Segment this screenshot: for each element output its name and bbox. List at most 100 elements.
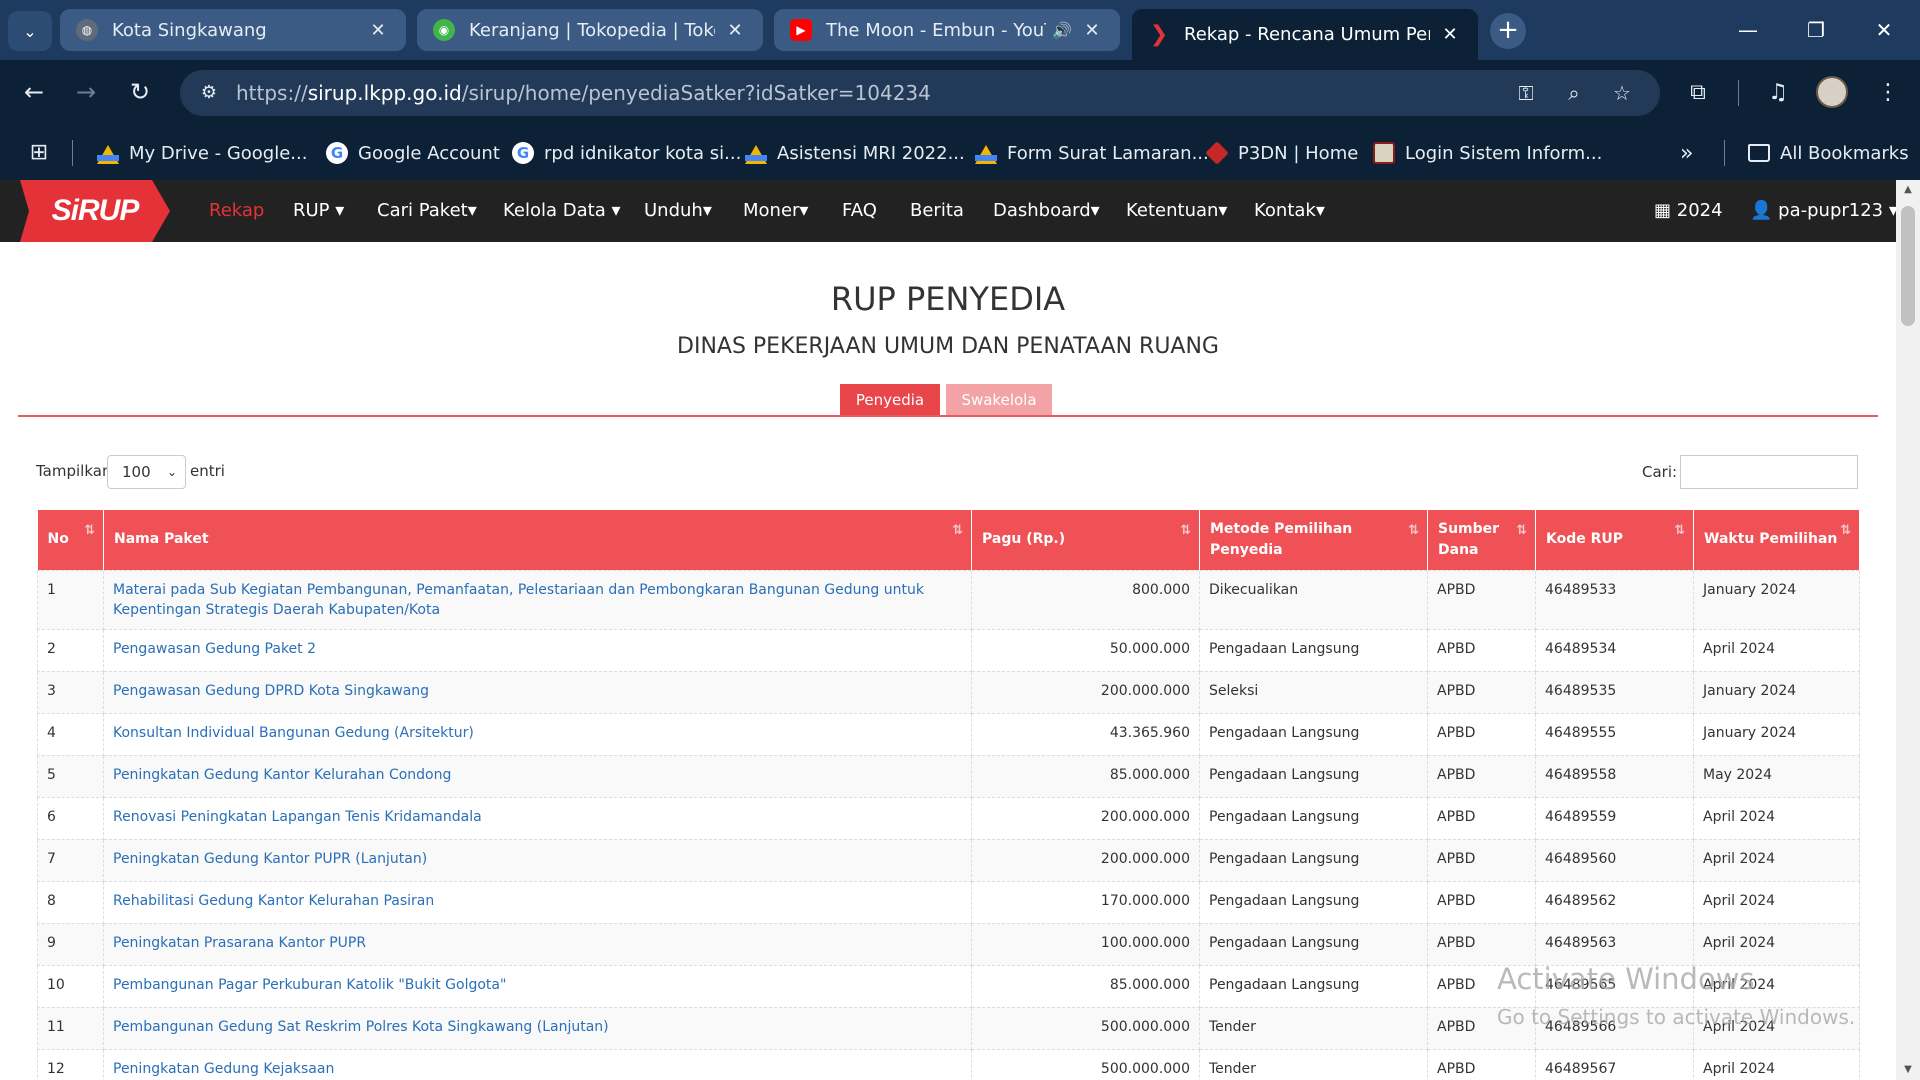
tab-penyedia[interactable]: Penyedia — [840, 384, 940, 417]
tab-kota-singkawang[interactable]: ◍ Kota Singkawang ✕ — [60, 9, 406, 51]
page-scrollbar[interactable]: ▲ ▼ — [1896, 180, 1920, 1080]
cell-nama-paket[interactable]: Peningkatan Gedung Kantor PUPR (Lanjutan… — [103, 838, 972, 882]
calendar-icon: ▦ — [1654, 200, 1672, 221]
header-no[interactable]: No ⇅ — [37, 510, 104, 570]
cell-waktu: May 2024 — [1693, 754, 1860, 798]
nav-cari-paket[interactable]: Cari Paket▾ — [377, 180, 477, 242]
nav-faq[interactable]: FAQ — [842, 180, 877, 242]
cell-no: 1 — [37, 569, 104, 630]
nav-unduh[interactable]: Unduh▾ — [644, 180, 712, 242]
cell-pagu: 100.000.000 — [971, 922, 1200, 966]
tab-swakelola[interactable]: Swakelola — [946, 384, 1052, 417]
close-icon[interactable]: ✕ — [1080, 20, 1104, 41]
cell-pagu: 170.000.000 — [971, 880, 1200, 924]
cell-metode: Dikecualikan — [1199, 569, 1428, 630]
tab-sirup-rekap[interactable]: ❯ Rekap - Rencana Umum Pengadaan ✕ — [1132, 9, 1478, 60]
entries-select[interactable]: 100 ⌄ — [107, 455, 186, 489]
bookmark-asistensi-mri[interactable]: Asistensi MRI 2022... — [745, 138, 965, 168]
cell-no: 5 — [37, 754, 104, 798]
plus-icon: + — [1497, 15, 1519, 45]
cell-nama-paket[interactable]: Peningkatan Prasarana Kantor PUPR — [103, 922, 972, 966]
cell-nama-paket[interactable]: Pembangunan Gedung Sat Reskrim Polres Ko… — [103, 1006, 972, 1050]
nav-ketentuan[interactable]: Ketentuan▾ — [1126, 180, 1227, 242]
cell-sumber-dana: APBD — [1427, 754, 1536, 798]
reload-button[interactable]: ↻ — [120, 72, 160, 112]
cell-nama-paket[interactable]: Pembangunan Pagar Perkuburan Katolik "Bu… — [103, 964, 972, 1008]
cell-no: 6 — [37, 796, 104, 840]
cell-nama-paket[interactable]: Pengawasan Gedung Paket 2 — [103, 628, 972, 672]
drive-icon — [745, 142, 767, 164]
forward-button[interactable]: → — [66, 72, 106, 112]
header-waktu[interactable]: Waktu Pemilihan ⇅ — [1693, 510, 1860, 570]
cell-sumber-dana: APBD — [1427, 712, 1536, 756]
search-input[interactable] — [1680, 455, 1858, 489]
close-icon: ✕ — [1875, 18, 1893, 42]
speaker-icon[interactable]: 🔊 — [1052, 21, 1072, 40]
cell-metode: Pengadaan Langsung — [1199, 754, 1428, 798]
sirup-logo[interactable]: SiRUP — [20, 180, 170, 242]
cell-nama-paket[interactable]: Renovasi Peningkatan Lapangan Tenis Krid… — [103, 796, 972, 840]
user-menu[interactable]: 👤 pa-pupr123 ▾ — [1750, 180, 1896, 242]
star-bookmark-icon[interactable]: ☆ — [1606, 78, 1638, 108]
header-sumber-dana[interactable]: Sumber Dana ⇅ — [1427, 510, 1536, 570]
zoom-icon[interactable]: ⌕ — [1558, 78, 1590, 108]
bookmark-google-account[interactable]: G Google Account — [326, 138, 500, 168]
bookmark-my-drive[interactable]: My Drive - Google... — [97, 138, 307, 168]
url-text[interactable]: https://sirup.lkpp.go.id/sirup/home/peny… — [236, 70, 931, 116]
cell-nama-paket[interactable]: Konsultan Individual Bangunan Gedung (Ar… — [103, 712, 972, 756]
restore-button[interactable]: ❐ — [1786, 10, 1846, 50]
all-bookmarks-button[interactable]: All Bookmarks — [1748, 138, 1909, 168]
close-icon[interactable]: ✕ — [1438, 24, 1462, 45]
bookmark-p3dn[interactable]: P3DN | Home — [1205, 138, 1358, 168]
header-kode-rup[interactable]: Kode RUP ⇅ — [1535, 510, 1694, 570]
tab-tokopedia[interactable]: ◉ Keranjang | Tokopedia | Tokopedia ✕ — [417, 9, 763, 51]
header-pagu[interactable]: Pagu (Rp.) ⇅ — [971, 510, 1200, 570]
profile-avatar[interactable] — [1816, 76, 1848, 108]
nav-rup[interactable]: RUP ▾ — [293, 180, 344, 242]
nav-kelola-data[interactable]: Kelola Data ▾ — [503, 180, 620, 242]
apps-grid-icon[interactable]: ⊞ — [26, 140, 52, 166]
bookmark-rpd-indikator[interactable]: G rpd idnikator kota si... — [512, 138, 741, 168]
tab-youtube[interactable]: ▶ The Moon - Embun - YouTube 🔊 ✕ — [774, 9, 1120, 51]
scroll-down-icon[interactable]: ▼ — [1896, 1060, 1920, 1080]
address-bar[interactable]: ⚙ https://sirup.lkpp.go.id/sirup/home/pe… — [180, 70, 1660, 116]
header-metode[interactable]: Metode Pemilihan Penyedia ⇅ — [1199, 510, 1428, 570]
close-window-button[interactable]: ✕ — [1854, 10, 1914, 50]
site-settings-icon[interactable]: ⚙ — [194, 78, 224, 108]
nav-kontak[interactable]: Kontak▾ — [1254, 180, 1325, 242]
minimize-button[interactable]: — — [1718, 10, 1778, 50]
year-selector[interactable]: ▦ 2024 — [1654, 180, 1723, 242]
close-icon[interactable]: ✕ — [366, 20, 390, 41]
nav-moner[interactable]: Moner▾ — [743, 180, 808, 242]
new-tab-button[interactable]: + — [1490, 13, 1526, 49]
cell-nama-paket[interactable]: Pengawasan Gedung DPRD Kota Singkawang — [103, 670, 972, 714]
cell-nama-paket[interactable]: Materai pada Sub Kegiatan Pembangunan, P… — [103, 569, 972, 630]
cell-metode: Pengadaan Langsung — [1199, 838, 1428, 882]
cell-pagu: 43.365.960 — [971, 712, 1200, 756]
nav-berita[interactable]: Berita — [910, 180, 964, 242]
tabs-divider — [18, 415, 1878, 417]
bookmark-label: rpd idnikator kota si... — [544, 142, 742, 164]
scroll-thumb[interactable] — [1901, 206, 1915, 326]
close-icon[interactable]: ✕ — [723, 20, 747, 41]
menu-icon[interactable]: ⋮ — [1868, 73, 1908, 113]
user-icon: 👤 — [1750, 200, 1773, 221]
nav-dashboard[interactable]: Dashboard▾ — [993, 180, 1100, 242]
password-key-icon[interactable]: ⚿ — [1510, 78, 1542, 108]
nav-rekap[interactable]: Rekap — [209, 180, 264, 242]
header-label: Pagu (Rp.) — [982, 531, 1066, 548]
sort-icon: ⇅ — [1674, 523, 1685, 538]
media-control-icon[interactable]: ♫ — [1758, 73, 1798, 113]
tab-search-button[interactable]: ⌄ — [8, 11, 52, 51]
bookmark-form-surat[interactable]: Form Surat Lamaran... — [975, 138, 1209, 168]
extensions-icon[interactable]: ⧉ — [1678, 73, 1718, 113]
cell-nama-paket[interactable]: Peningkatan Gedung Kejaksaan — [103, 1048, 972, 1080]
bookmark-login-sistem[interactable]: Login Sistem Inform... — [1373, 138, 1602, 168]
header-nama-paket[interactable]: Nama Paket ⇅ — [103, 510, 972, 570]
cell-metode: Pengadaan Langsung — [1199, 964, 1428, 1008]
scroll-up-icon[interactable]: ▲ — [1896, 180, 1920, 200]
bookmarks-overflow-button[interactable]: » — [1680, 138, 1693, 168]
cell-nama-paket[interactable]: Peningkatan Gedung Kantor Kelurahan Cond… — [103, 754, 972, 798]
back-button[interactable]: ← — [14, 72, 54, 112]
cell-nama-paket[interactable]: Rehabilitasi Gedung Kantor Kelurahan Pas… — [103, 880, 972, 924]
